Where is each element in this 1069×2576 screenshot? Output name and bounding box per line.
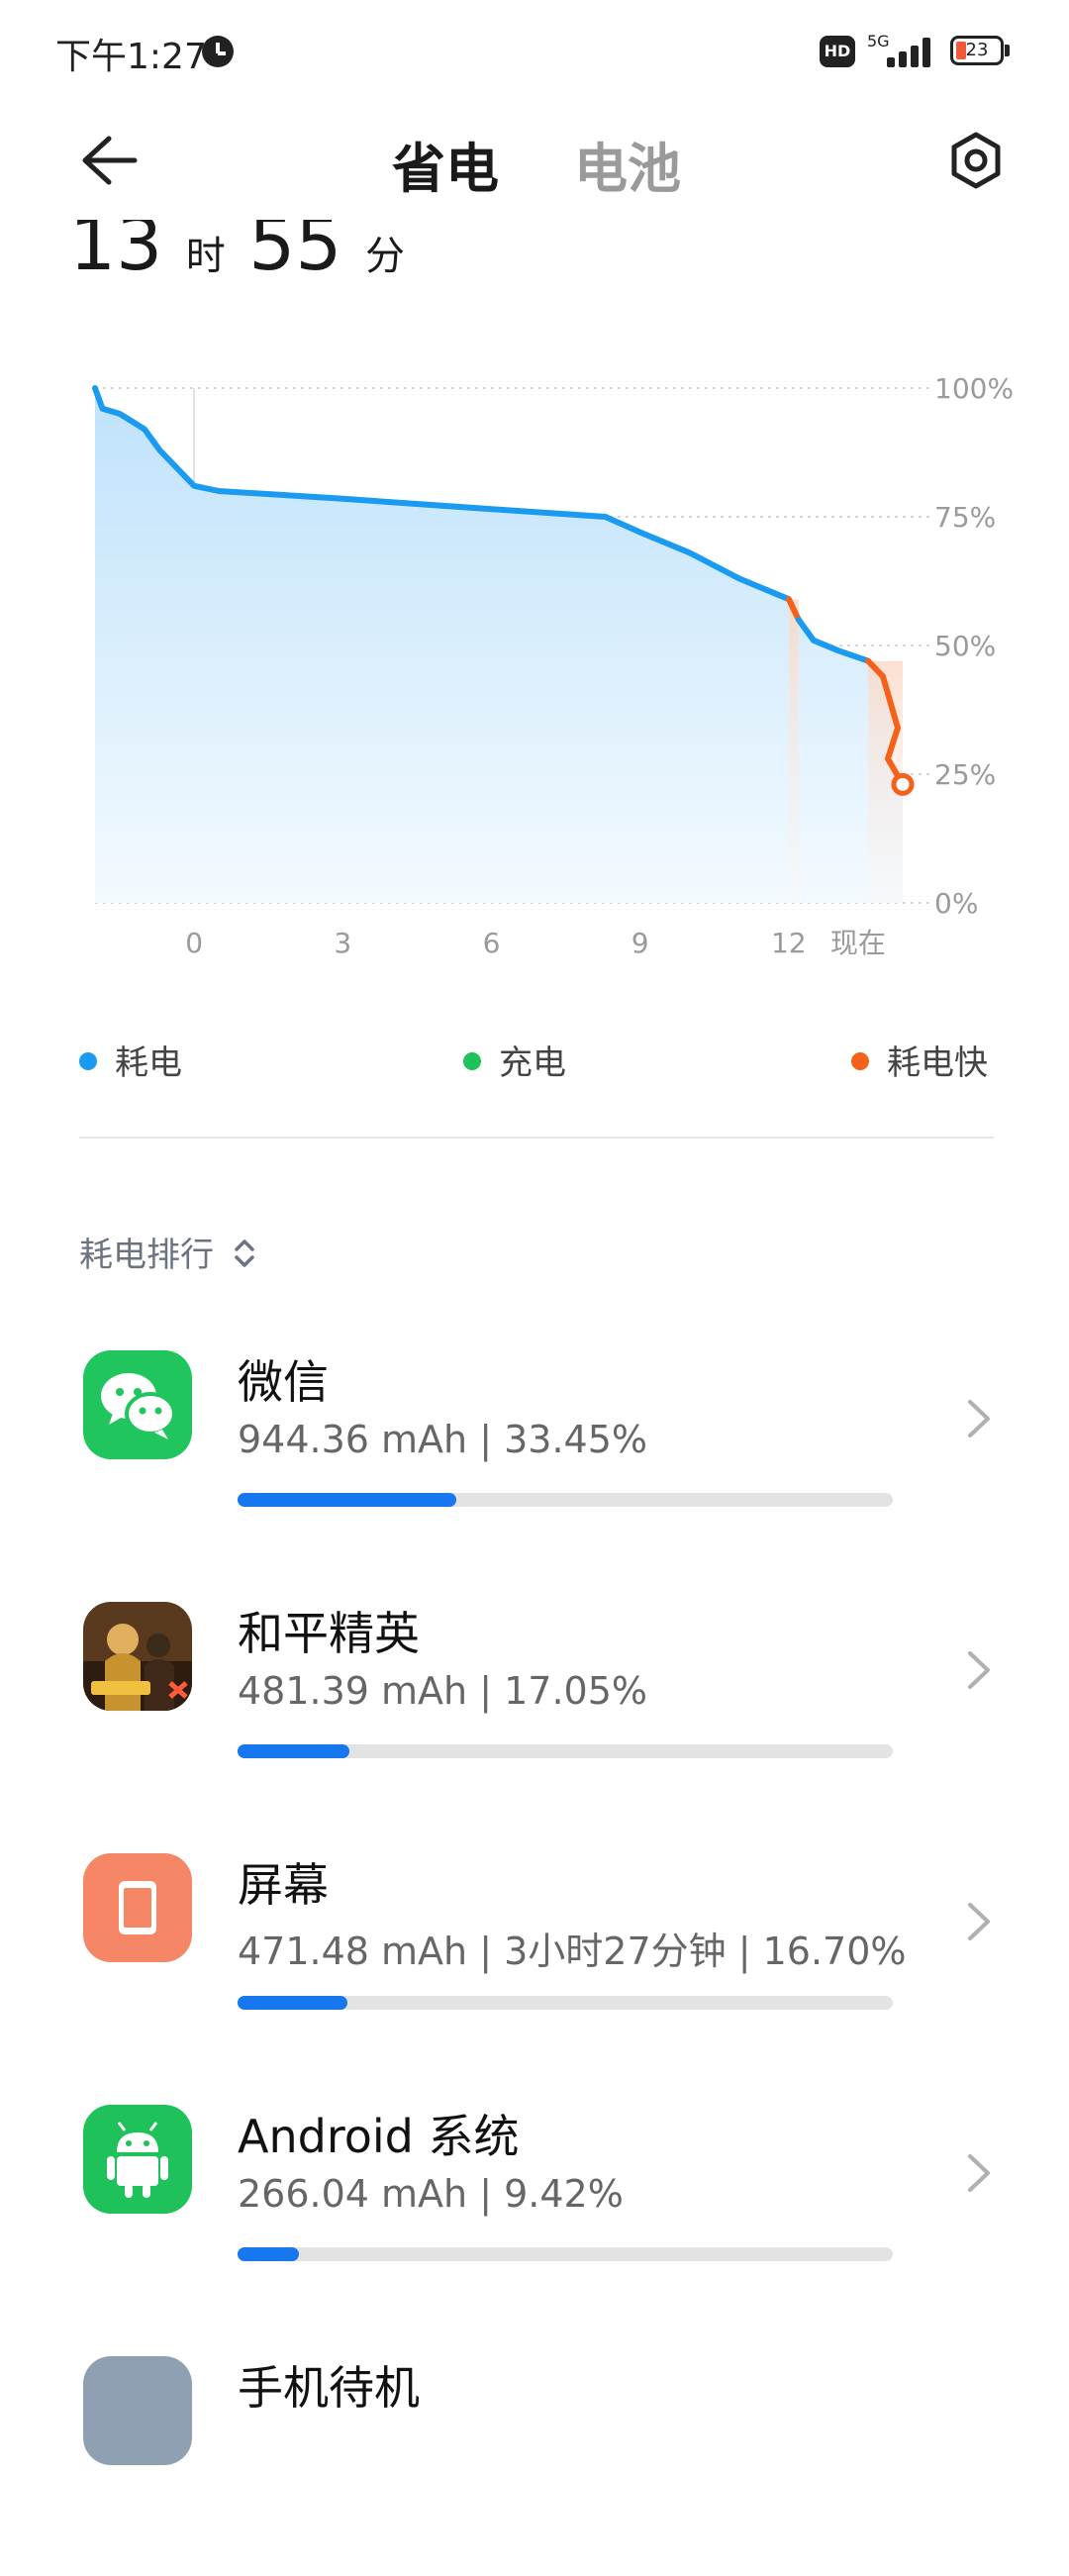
gear-icon [951, 132, 1001, 189]
y-tick-label: 100% [934, 372, 1014, 405]
tab-power-saving[interactable]: 省电 [392, 125, 499, 203]
x-tick-label: 6 [483, 927, 501, 959]
x-tick-label: 12 [771, 927, 807, 959]
y-tick-label: 75% [934, 501, 996, 534]
status-time: 下午1:27 [55, 37, 207, 77]
minutes-unit: 分 [364, 234, 405, 279]
standby-icon [83, 2356, 192, 2465]
battery-level: 23 [965, 40, 989, 60]
x-tick-label: 3 [334, 927, 351, 959]
app-row-wechat[interactable]: 微信 944.36 mAh | 33.45% [0, 1319, 1069, 1570]
app-row-android[interactable]: Android 系统 266.04 mAh | 9.42% [0, 2073, 1069, 2325]
usage-bar-fill [238, 1744, 349, 1758]
remaining-minutes: 55 [248, 202, 342, 287]
usage-bar-fill [238, 2247, 300, 2261]
remaining-hours: 13 [69, 202, 163, 287]
legend-label: 耗电 [115, 1043, 182, 1083]
current-point-marker [891, 772, 915, 796]
app-name: 手机待机 [238, 2361, 420, 2415]
legend-dot-charging [463, 1052, 481, 1070]
android-icon [83, 2105, 192, 2214]
alarm-icon [202, 36, 234, 67]
game-icon [83, 1602, 192, 1711]
screen-icon [83, 1853, 192, 1962]
app-name: 和平精英 [238, 1607, 420, 1660]
legend-dot-fast-drain [851, 1052, 869, 1070]
legend-label: 耗电快 [887, 1043, 988, 1083]
back-button[interactable] [69, 125, 141, 196]
legend-drain: 耗电 [79, 1036, 182, 1084]
usage-bar [238, 1996, 893, 2010]
chevron-right-icon [968, 1400, 990, 1437]
divider [79, 1137, 994, 1139]
app-row-screen[interactable]: 屏幕 471.48 mAh | 3小时27分钟 | 16.70% [0, 1822, 1069, 2073]
legend-dot-drain [79, 1052, 97, 1070]
y-tick-label: 0% [934, 887, 978, 920]
chevron-right-icon [968, 1903, 990, 1940]
usage-bar [238, 2247, 893, 2261]
usage-bar-fill [238, 1996, 347, 2010]
settings-button[interactable] [940, 125, 1012, 196]
usage-bar [238, 1744, 893, 1758]
y-tick-label: 25% [934, 758, 996, 791]
battery-tip [1005, 45, 1010, 56]
sort-toggle[interactable]: 耗电排行 [79, 1228, 256, 1276]
back-arrow-icon [82, 136, 138, 185]
app-name: Android 系统 [238, 2110, 520, 2163]
signal-icon [887, 34, 938, 67]
battery-chart: 100% 75% 50% 25% 0% 0 3 6 9 12 现在 [92, 372, 1014, 959]
app-usage: 266.04 mAh | 9.42% [238, 2172, 624, 2216]
y-tick-label: 50% [934, 630, 996, 662]
app-name: 微信 [238, 1355, 329, 1409]
app-row-game[interactable]: 和平精英 481.39 mAh | 17.05% [0, 1570, 1069, 1822]
legend-charging: 充电 [463, 1036, 566, 1084]
wechat-icon [83, 1350, 192, 1459]
x-tick-label: 0 [185, 927, 203, 959]
sort-icon [235, 1239, 254, 1267]
tab-battery[interactable]: 电池 [574, 125, 681, 203]
remaining-time: 13 时 55 分 [69, 220, 405, 281]
drain-area [95, 388, 903, 903]
legend-fast-drain: 耗电快 [851, 1036, 988, 1084]
app-usage: 944.36 mAh | 33.45% [238, 1418, 647, 1461]
chevron-right-icon [968, 1651, 990, 1689]
hours-unit: 时 [185, 234, 226, 279]
fast-drain-band [788, 599, 799, 903]
app-name: 屏幕 [238, 1858, 329, 1912]
chevron-right-icon [968, 2154, 990, 2192]
x-tick-label: 现在 [830, 927, 886, 959]
usage-bar [238, 1493, 893, 1507]
usage-bar-fill [238, 1493, 457, 1507]
app-row-standby[interactable]: 手机待机 [0, 2325, 1069, 2576]
x-tick-label: 9 [632, 927, 649, 959]
ranking-title: 耗电排行 [79, 1236, 214, 1275]
hd-badge: HD [820, 36, 855, 67]
app-usage: 471.48 mAh | 3小时27分钟 | 16.70% [238, 1930, 907, 1973]
legend-label: 充电 [499, 1043, 566, 1083]
battery-icon: 23 [950, 36, 1004, 65]
app-usage: 481.39 mAh | 17.05% [238, 1669, 647, 1713]
